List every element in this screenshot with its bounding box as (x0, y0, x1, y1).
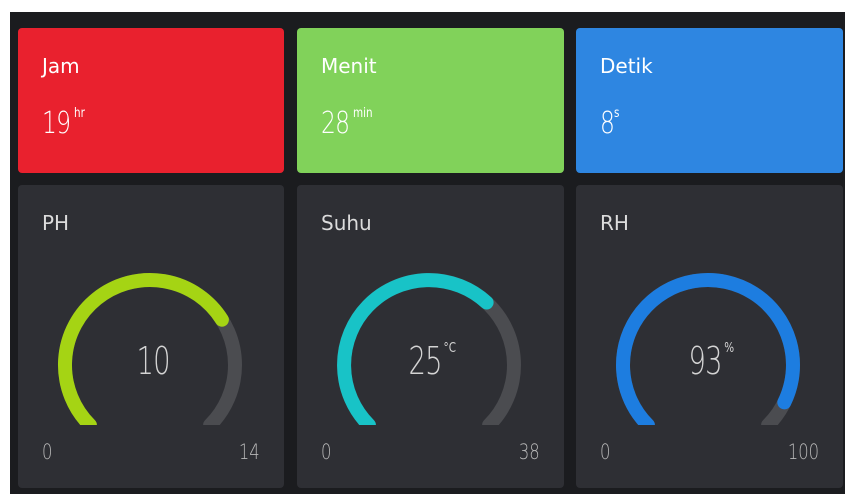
dashboard: Jam 19 hr Menit 28 min Detik 8s PH 10 0 14… (10, 12, 845, 494)
second-unit: s (614, 106, 620, 121)
ph-label: PH (42, 211, 70, 235)
hour-tile[interactable]: Jam 19 hr (18, 28, 284, 173)
suhu-max: 38 (519, 440, 540, 464)
rh-label: RH (600, 211, 629, 235)
second-label: Detik (600, 54, 653, 78)
minute-value: 28 (321, 106, 350, 141)
suhu-label: Suhu (321, 211, 372, 235)
rh-max: 100 (787, 440, 819, 464)
rh-gauge-tile[interactable]: RH 93% 0 100 (576, 185, 843, 488)
rh-unit: % (723, 341, 734, 356)
rh-value: 93 (688, 339, 723, 383)
second-value-line: 8s (600, 104, 621, 144)
hour-label: Jam (42, 54, 80, 78)
suhu-unit: °C (443, 341, 456, 356)
ph-max: 14 (239, 440, 260, 464)
suhu-value: 25 (408, 339, 442, 383)
hour-value-line: 19 hr (42, 104, 88, 144)
suhu-value-readout: 25 °C (297, 333, 562, 389)
hour-unit: hr (74, 106, 86, 121)
second-tile[interactable]: Detik 8s (576, 28, 843, 173)
minute-unit: min (353, 106, 373, 121)
rh-value-readout: 93% (576, 333, 841, 389)
second-value: 8 (600, 106, 615, 141)
minute-label: Menit (321, 54, 377, 78)
hour-value: 19 (42, 106, 71, 141)
minute-value-line: 28 min (321, 104, 378, 144)
rh-min: 0 (600, 440, 611, 464)
suhu-gauge-tile[interactable]: Suhu 25 °C 0 38 (297, 185, 564, 488)
minute-tile[interactable]: Menit 28 min (297, 28, 564, 173)
ph-min: 0 (42, 440, 53, 464)
ph-gauge-tile[interactable]: PH 10 0 14 (18, 185, 284, 488)
ph-value-readout: 10 (18, 333, 283, 389)
ph-value: 10 (136, 339, 171, 383)
suhu-min: 0 (321, 440, 332, 464)
